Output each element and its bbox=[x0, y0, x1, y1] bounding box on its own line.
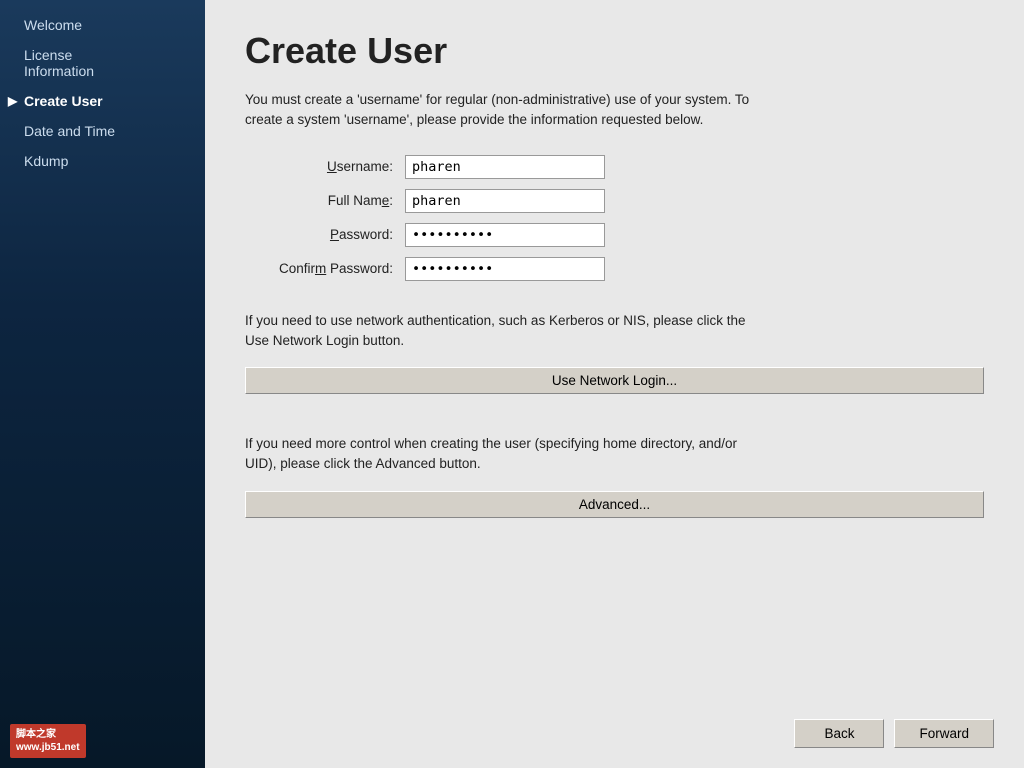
fullname-input[interactable] bbox=[405, 189, 605, 213]
sidebar-item-license-information[interactable]: LicenseInformation bbox=[0, 40, 205, 86]
username-input[interactable] bbox=[405, 155, 605, 179]
sidebar-item-label: Welcome bbox=[24, 17, 82, 33]
confirm-password-input[interactable] bbox=[405, 257, 605, 281]
logo-box: 脚本之家 www.jb51.net bbox=[10, 724, 86, 758]
network-note: If you need to use network authenticatio… bbox=[245, 311, 755, 352]
forward-button[interactable]: Forward bbox=[894, 719, 994, 748]
password-row: Password: bbox=[245, 223, 984, 247]
logo-text-line2: www.jb51.net bbox=[16, 742, 80, 753]
password-input[interactable] bbox=[405, 223, 605, 247]
fullname-row: Full Name: bbox=[245, 189, 984, 213]
sidebar-item-label: Date and Time bbox=[24, 123, 115, 139]
page-title: Create User bbox=[245, 30, 984, 72]
arrow-icon: ▶ bbox=[8, 94, 17, 108]
bottom-nav-bar: Back Forward bbox=[794, 719, 994, 748]
sidebar: Welcome LicenseInformation ▶ Create User… bbox=[0, 0, 205, 768]
fullname-label: Full Name: bbox=[245, 193, 405, 208]
sidebar-item-create-user[interactable]: ▶ Create User bbox=[0, 86, 205, 116]
sidebar-item-welcome[interactable]: Welcome bbox=[0, 10, 205, 40]
confirm-password-label: Confirm Password: bbox=[245, 261, 405, 276]
advanced-note: If you need more control when creating t… bbox=[245, 434, 755, 475]
sidebar-item-date-and-time[interactable]: Date and Time bbox=[0, 116, 205, 146]
intro-text: You must create a 'username' for regular… bbox=[245, 90, 755, 131]
sidebar-item-label: Kdump bbox=[24, 153, 68, 169]
confirm-password-row: Confirm Password: bbox=[245, 257, 984, 281]
advanced-button[interactable]: Advanced... bbox=[245, 491, 984, 518]
main-content: Create User You must create a 'username'… bbox=[205, 0, 1024, 768]
logo-text-line1: 脚本之家 bbox=[16, 729, 56, 740]
username-row: Username: bbox=[245, 155, 984, 179]
sidebar-item-label: LicenseInformation bbox=[24, 47, 94, 79]
sidebar-logo: 脚本之家 www.jb51.net bbox=[0, 714, 205, 768]
sidebar-item-kdump[interactable]: Kdump bbox=[0, 146, 205, 176]
back-button[interactable]: Back bbox=[794, 719, 884, 748]
use-network-login-button[interactable]: Use Network Login... bbox=[245, 367, 984, 394]
sidebar-item-label: Create User bbox=[24, 93, 103, 109]
username-label: Username: bbox=[245, 159, 405, 174]
password-label: Password: bbox=[245, 227, 405, 242]
